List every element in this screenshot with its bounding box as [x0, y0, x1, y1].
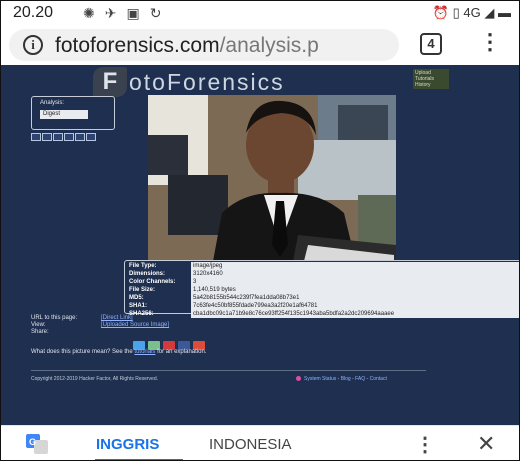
url-row: URL to this page: [Direct Link]: [31, 315, 491, 322]
phone-screen: 20.20 ✺✈▣↻ ⏰ ▯ 4G ◢ ▬ i fotoforensics.co…: [0, 0, 520, 461]
analysis-label: Analysis:: [40, 100, 65, 106]
signal-share-icon: ✈: [104, 5, 127, 21]
info-icon[interactable]: i: [23, 35, 43, 55]
tool-zoom-button[interactable]: [75, 133, 85, 141]
web-page: F otoForensics Upload Tutorials History …: [1, 65, 519, 425]
share-label: Share:: [31, 329, 49, 335]
url-label: URL to this page:: [31, 315, 78, 321]
url-bar[interactable]: i fotoforensics.com/analysis.p: [9, 29, 399, 61]
tool-redo-button[interactable]: [42, 133, 52, 141]
analysis-select[interactable]: Digest: [40, 110, 88, 119]
source-image-link[interactable]: [Uploaded Source Image]: [101, 322, 169, 329]
battery-icon: ▬: [498, 5, 511, 20]
file-size-value: 1,140,519 bytes: [191, 286, 519, 294]
file-type-value: image/jpeg: [191, 262, 519, 270]
url-text[interactable]: fotoforensics.com/analysis.p: [55, 34, 319, 58]
translate-menu-icon[interactable]: ⋮: [415, 432, 435, 457]
view-row: View: [Uploaded Source Image]: [31, 322, 491, 329]
sha1-value: 7c63fe4c50bf855fdade799ea3a2f20e1af64781: [191, 302, 519, 310]
direct-link[interactable]: [Direct Link]: [101, 315, 133, 322]
logo-letter: F: [93, 67, 127, 97]
tab-switcher-button[interactable]: 4: [420, 33, 442, 55]
md5-label: MD5:: [129, 295, 144, 301]
footer-link-status[interactable]: System Status: [304, 376, 336, 382]
status-right: ⏰ ▯ 4G ◢ ▬: [433, 5, 511, 21]
table-row: Dimensions: 3120x4160: [125, 270, 519, 278]
tool-help-button[interactable]: [86, 133, 96, 141]
color-channels-label: Color Channels:: [129, 279, 176, 285]
logo-word: otoForensics: [129, 69, 285, 95]
site-logo[interactable]: F otoForensics: [93, 67, 383, 97]
top-links: Upload Tutorials History: [413, 69, 449, 89]
google-translate-icon[interactable]: G: [26, 434, 48, 454]
alarm-icon: ⏰: [432, 5, 449, 20]
color-channels-value: 3: [191, 278, 519, 286]
table-row: MD5: 5a42b8155b544c239f7fea1dda08b73e1: [125, 294, 519, 302]
tool-prev-button[interactable]: [53, 133, 63, 141]
browser-toolbar: i fotoforensics.com/analysis.p 4 ⋮: [1, 25, 519, 65]
file-info-table: File Type: image/jpeg Dimensions: 3120x416…: [124, 260, 519, 318]
history-link[interactable]: History: [415, 82, 447, 88]
file-type-label: File Type:: [129, 263, 157, 269]
vibrate-icon: ▯: [452, 5, 460, 20]
network-type: 4G: [463, 5, 481, 20]
share-icons: [133, 337, 208, 350]
table-row: SHA1: 7c63fe4c50bf855fdade799ea3a2f20e1af…: [125, 302, 519, 310]
page-links: URL to this page: [Direct Link] View: [U…: [31, 315, 491, 355]
tool-undo-button[interactable]: [31, 133, 41, 141]
status-time: 20.20: [13, 4, 54, 21]
tool-next-button[interactable]: [64, 133, 74, 141]
file-size-label: File Size:: [129, 287, 156, 293]
notification-icons: ✺✈▣↻: [83, 5, 171, 22]
sync-icon: ↻: [149, 5, 172, 21]
footer-divider: [31, 370, 426, 371]
analysis-tools: [31, 133, 97, 151]
browser-menu-icon[interactable]: ⋮: [479, 29, 501, 55]
share-label-row: Share:: [31, 329, 491, 336]
explanation-text: What does this picture mean? See the tut…: [31, 349, 206, 355]
app-notification-icon: ✺: [83, 5, 105, 21]
language-tab-english[interactable]: INGGRIS: [96, 436, 159, 453]
status-bar: 20.20 ✺✈▣↻ ⏰ ▯ 4G ◢ ▬: [1, 1, 519, 25]
copyright: Copyright 2012-2019 Hacker Factor, All R…: [31, 376, 159, 382]
md5-value: 5a42b8155b544c239f7fea1dda08b73e1: [191, 294, 519, 302]
table-row: File Type: image/jpeg: [125, 262, 519, 270]
table-row: Color Channels: 3: [125, 278, 519, 286]
signal-icon: ◢: [484, 5, 495, 20]
footer-link-faq[interactable]: FAQ: [355, 376, 365, 382]
view-label: View:: [31, 322, 46, 328]
url-host: fotoforensics.com: [55, 34, 220, 57]
url-path: /analysis.p: [219, 34, 319, 57]
dimensions-value: 3120x4160: [191, 270, 519, 278]
close-icon[interactable]: ✕: [477, 431, 495, 457]
status-dot-icon: [296, 376, 301, 382]
svg-text:G: G: [29, 437, 36, 447]
footer-links: System Status - Blog - FAQ - Contact: [296, 376, 387, 382]
dimensions-label: Dimensions:: [129, 271, 166, 277]
language-tab-indonesian[interactable]: INDONESIA: [209, 436, 292, 453]
translate-bar: G INGGRIS INDONESIA ⋮ ✕: [1, 425, 519, 460]
table-row: File Size: 1,140,519 bytes: [125, 286, 519, 294]
footer-link-contact[interactable]: Contact: [370, 376, 387, 382]
explain-suffix: for an explanation.: [155, 349, 207, 355]
analysis-panel: Analysis: Digest: [31, 96, 115, 130]
sha1-label: SHA1:: [129, 303, 148, 309]
image-notification-icon: ▣: [126, 5, 150, 21]
explain-prefix: What does this picture mean? See the: [31, 349, 135, 355]
footer-link-blog[interactable]: Blog: [341, 376, 351, 382]
tutorials-link[interactable]: tutorials: [134, 349, 155, 355]
